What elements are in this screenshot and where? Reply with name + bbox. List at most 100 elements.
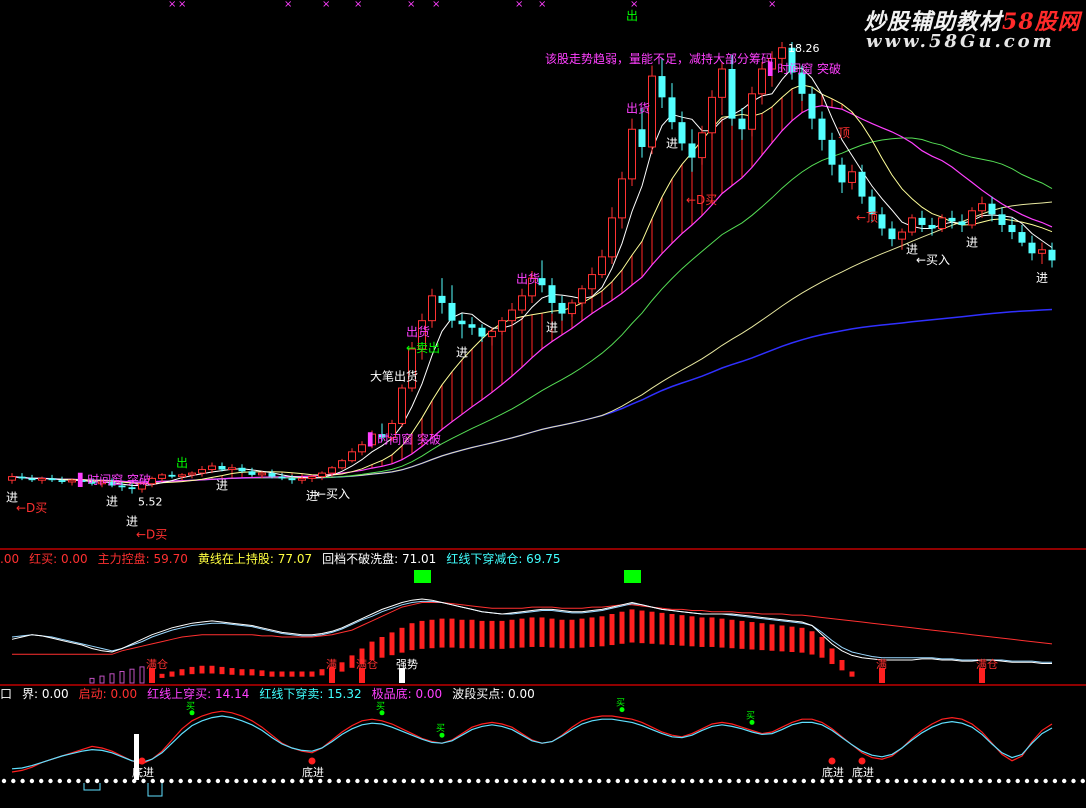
indicator-label: 界: 0.00 xyxy=(22,687,69,701)
candle xyxy=(228,464,236,474)
candle-body xyxy=(298,477,306,481)
control-bar xyxy=(789,626,795,653)
control-bar xyxy=(639,610,645,644)
candle xyxy=(808,86,816,130)
candle-body xyxy=(888,228,896,240)
price-label: 5.52 xyxy=(138,496,163,509)
baseline-dot xyxy=(234,778,239,784)
baseline-dot xyxy=(950,778,955,784)
signal-label: 强势 xyxy=(396,658,418,671)
baseline-dot xyxy=(531,778,537,784)
volume-bar xyxy=(119,671,125,684)
baseline-dot xyxy=(159,778,165,784)
control-bar xyxy=(549,618,555,648)
candle-body xyxy=(158,474,166,479)
top-marker: × xyxy=(168,0,176,10)
control-bar xyxy=(299,671,305,677)
baseline-dot xyxy=(559,778,565,784)
baseline-dot xyxy=(150,778,155,784)
candle-body xyxy=(1048,249,1056,261)
baseline-dot xyxy=(429,778,434,784)
candle-body xyxy=(818,118,826,140)
baseline-dot xyxy=(215,778,221,784)
candle xyxy=(758,61,766,105)
control-bar xyxy=(769,624,775,651)
volume-bar xyxy=(139,666,145,684)
baseline-dot xyxy=(634,778,639,784)
candle-body xyxy=(618,178,626,219)
bottom-signal-label: 底进 xyxy=(302,765,324,779)
baseline-dot xyxy=(438,778,444,784)
baseline-dot xyxy=(615,778,620,784)
baseline-dot xyxy=(597,778,602,784)
control-bar xyxy=(579,618,585,648)
candle-body xyxy=(68,479,76,483)
candle-body xyxy=(1008,224,1016,233)
baseline-dot xyxy=(373,778,379,784)
baseline-dot xyxy=(504,778,509,784)
volume-bar xyxy=(89,677,95,684)
top-marker: × xyxy=(354,0,362,10)
candle-body xyxy=(268,473,276,477)
control-bar xyxy=(339,662,345,672)
candle xyxy=(628,118,636,186)
candle-body xyxy=(328,467,336,474)
baseline-dot xyxy=(820,778,825,784)
candle-body xyxy=(488,330,496,338)
candle-body xyxy=(478,327,486,337)
candle xyxy=(1018,224,1026,247)
control-bar xyxy=(669,614,675,646)
candle xyxy=(818,111,826,151)
annotation: 出货 xyxy=(626,101,650,116)
baseline-dot xyxy=(122,778,128,784)
candle-body xyxy=(178,474,186,478)
candle xyxy=(968,207,976,229)
control-bar xyxy=(589,617,595,647)
candle xyxy=(48,474,56,482)
baseline-dot xyxy=(569,778,574,784)
baseline-dot xyxy=(1006,778,1011,784)
candle xyxy=(558,295,566,321)
baseline-dot xyxy=(578,778,583,784)
baseline-dot xyxy=(225,778,230,784)
candle xyxy=(28,474,36,482)
candle-body xyxy=(878,214,886,229)
baseline-dot xyxy=(187,778,193,784)
candle-body xyxy=(448,302,456,321)
candle-body xyxy=(708,96,716,134)
baseline-dot xyxy=(104,778,109,784)
signal-label: 满仓 xyxy=(356,657,378,671)
candle xyxy=(718,61,726,116)
annotation: ←卖出 xyxy=(406,341,440,355)
annotation: 顶 xyxy=(838,126,850,140)
candle xyxy=(668,83,676,130)
baseline-dot xyxy=(550,778,555,784)
control-bar xyxy=(689,616,695,647)
candle xyxy=(988,196,996,222)
baseline-dot xyxy=(411,778,416,784)
control-bar xyxy=(419,620,425,649)
baseline-dot xyxy=(717,778,723,784)
candle-body xyxy=(278,476,286,479)
top-marker: × xyxy=(284,0,292,10)
baseline-dot xyxy=(1062,778,1067,784)
annotation: ▌时间窗 突破 xyxy=(367,431,441,446)
candle-body xyxy=(308,476,316,479)
buy-dot-label: 买 xyxy=(436,723,445,734)
control-bar xyxy=(159,673,165,678)
annotation: 进 xyxy=(546,321,558,335)
indicator-label: 红线上穿买: 14.14 xyxy=(147,687,250,701)
baseline-dot xyxy=(829,778,834,784)
bracket-mark xyxy=(83,783,101,791)
candle-body xyxy=(558,302,566,314)
annotation: ←D买 xyxy=(686,193,717,207)
baseline-dot xyxy=(345,778,351,784)
candle-body xyxy=(908,217,916,233)
baseline-dot xyxy=(541,778,546,784)
price-label: 18.26 xyxy=(788,42,820,55)
baseline-dot xyxy=(206,778,211,784)
baseline-dot xyxy=(941,778,946,784)
candle-body xyxy=(58,480,66,482)
annotation: ←买入 xyxy=(916,253,950,267)
control-bar xyxy=(499,620,505,649)
